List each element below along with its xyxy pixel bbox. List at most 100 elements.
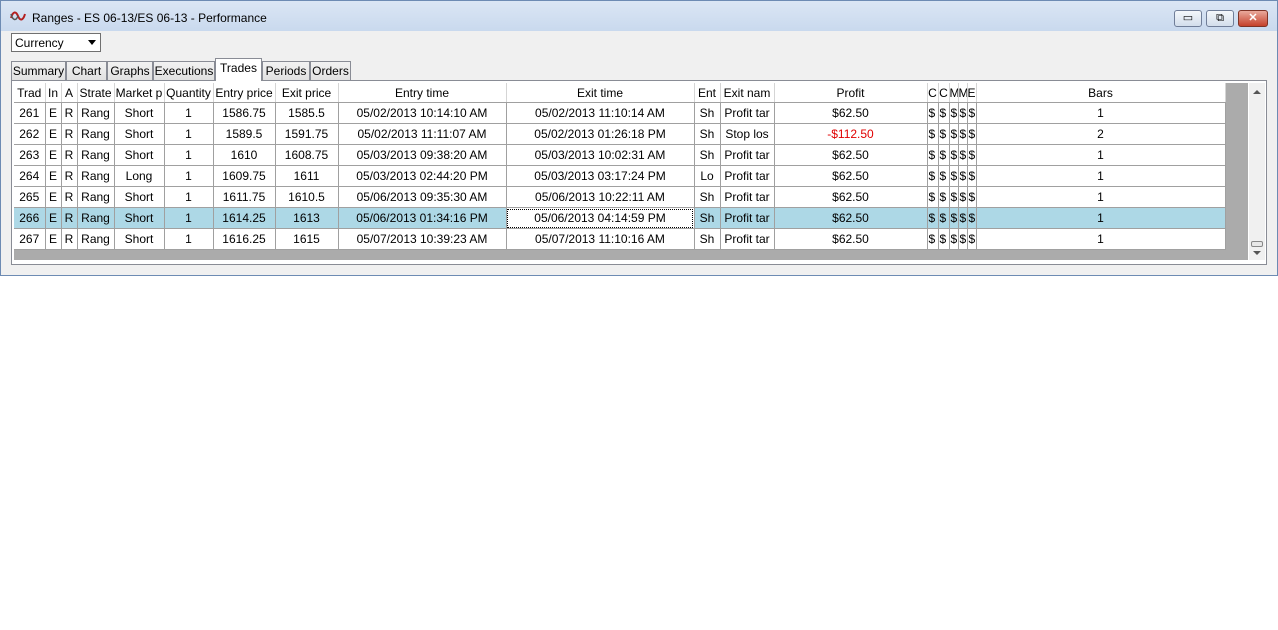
table-cell[interactable]: Rang <box>77 186 115 208</box>
table-cell[interactable]: $ <box>938 207 950 229</box>
table-cell[interactable]: Rang <box>77 165 115 187</box>
column-header[interactable]: Entry price <box>213 83 276 103</box>
table-cell[interactable]: 1614.25 <box>213 207 276 229</box>
table-cell[interactable]: 1589.5 <box>213 123 276 145</box>
table-cell[interactable]: 1613 <box>275 207 339 229</box>
table-cell[interactable]: 05/07/2013 11:10:16 AM <box>506 228 695 250</box>
table-cell[interactable]: 1585.5 <box>275 102 339 124</box>
table-cell[interactable]: Profit tar <box>720 144 775 166</box>
table-cell[interactable]: 264 <box>14 165 46 187</box>
table-cell[interactable]: E <box>45 144 62 166</box>
table-cell[interactable]: $ <box>958 186 968 208</box>
table-cell[interactable]: $ <box>958 144 968 166</box>
table-cell[interactable]: E <box>45 207 62 229</box>
table-cell[interactable]: Short <box>114 144 165 166</box>
table-cell[interactable]: -$112.50 <box>774 123 928 145</box>
table-cell[interactable]: $ <box>949 144 959 166</box>
table-cell[interactable]: Profit tar <box>720 165 775 187</box>
column-header[interactable]: Bars <box>976 83 1226 103</box>
tab-orders[interactable]: Orders <box>310 61 351 80</box>
column-header[interactable]: Exit price <box>275 83 339 103</box>
table-cell[interactable]: 1591.75 <box>275 123 339 145</box>
table-cell[interactable]: $ <box>958 228 968 250</box>
table-cell[interactable]: $ <box>927 186 939 208</box>
table-cell[interactable]: 1 <box>976 228 1226 250</box>
table-cell[interactable]: $ <box>958 123 968 145</box>
table-cell[interactable]: $ <box>927 165 939 187</box>
scroll-thumb[interactable] <box>1251 241 1263 247</box>
table-cell[interactable]: Short <box>114 228 165 250</box>
table-cell[interactable]: 05/06/2013 10:22:11 AM <box>506 186 695 208</box>
table-cell[interactable]: 1610.5 <box>275 186 339 208</box>
table-cell[interactable]: $ <box>927 207 939 229</box>
table-cell[interactable]: 1611 <box>275 165 339 187</box>
table-cell[interactable]: 261 <box>14 102 46 124</box>
title-bar[interactable]: Ranges - ES 06-13/ES 06-13 - Performance… <box>1 1 1277 31</box>
table-cell[interactable]: Sh <box>694 228 721 250</box>
table-cell[interactable]: E <box>45 228 62 250</box>
table-cell[interactable]: $ <box>967 186 977 208</box>
table-cell[interactable]: $ <box>958 165 968 187</box>
table-cell[interactable]: $ <box>967 165 977 187</box>
table-cell[interactable]: Short <box>114 102 165 124</box>
table-cell[interactable]: 05/06/2013 01:34:16 PM <box>338 207 507 229</box>
table-cell[interactable]: 05/06/2013 09:35:30 AM <box>338 186 507 208</box>
table-cell[interactable]: 05/03/2013 02:44:20 PM <box>338 165 507 187</box>
table-cell[interactable]: 1611.75 <box>213 186 276 208</box>
tab-executions[interactable]: Executions <box>153 61 215 80</box>
table-cell[interactable]: Sh <box>694 102 721 124</box>
table-cell[interactable]: 1 <box>976 102 1226 124</box>
table-cell[interactable]: 1 <box>164 228 214 250</box>
table-cell[interactable]: Profit tar <box>720 207 775 229</box>
table-row[interactable]: 262 E R Rang Short 1 1589.5 1591.75 05/02/2013 1… <box>14 123 1226 145</box>
table-cell[interactable]: 1 <box>164 207 214 229</box>
table-cell[interactable]: Sh <box>694 186 721 208</box>
table-cell[interactable]: 1 <box>976 207 1226 229</box>
table-cell[interactable]: 1586.75 <box>213 102 276 124</box>
table-cell[interactable]: 266 <box>14 207 46 229</box>
column-header[interactable]: Market p <box>114 83 165 103</box>
table-cell[interactable]: Profit tar <box>720 102 775 124</box>
table-cell[interactable]: 05/02/2013 11:11:07 AM <box>338 123 507 145</box>
table-cell[interactable]: $ <box>949 186 959 208</box>
table-cell[interactable]: Profit tar <box>720 186 775 208</box>
table-cell[interactable]: 2 <box>976 123 1226 145</box>
table-cell[interactable]: 263 <box>14 144 46 166</box>
table-cell[interactable]: $ <box>927 144 939 166</box>
column-header[interactable]: M <box>958 83 968 103</box>
column-header[interactable]: A <box>61 83 78 103</box>
table-cell[interactable]: $62.50 <box>774 144 928 166</box>
tab-chart[interactable]: Chart <box>66 61 107 80</box>
table-cell[interactable]: $ <box>949 165 959 187</box>
tab-periods[interactable]: Periods <box>262 61 310 80</box>
table-cell[interactable]: $ <box>967 102 977 124</box>
column-header[interactable]: E <box>967 83 977 103</box>
table-row[interactable]: 265 E R Rang Short 1 1611.75 1610.5 05/06/2013 0… <box>14 186 1226 208</box>
table-cell[interactable]: Short <box>114 186 165 208</box>
column-header[interactable]: Ent <box>694 83 721 103</box>
table-cell[interactable]: $ <box>967 228 977 250</box>
tab-summary[interactable]: Summary <box>11 61 66 80</box>
table-cell[interactable]: Rang <box>77 102 115 124</box>
table-cell[interactable]: 1615 <box>275 228 339 250</box>
table-cell[interactable]: 1 <box>164 165 214 187</box>
table-cell[interactable]: 05/03/2013 10:02:31 AM <box>506 144 695 166</box>
table-cell[interactable]: $ <box>938 165 950 187</box>
column-header[interactable]: Exit time <box>506 83 695 103</box>
table-cell[interactable]: 1 <box>976 144 1226 166</box>
table-cell[interactable]: R <box>61 144 78 166</box>
table-cell[interactable]: Long <box>114 165 165 187</box>
table-row[interactable]: 261 E R Rang Short 1 1586.75 1585.5 05/02/2013 1… <box>14 102 1226 124</box>
table-cell[interactable]: 05/02/2013 01:26:18 PM <box>506 123 695 145</box>
table-cell[interactable]: $ <box>949 228 959 250</box>
scroll-up-icon[interactable] <box>1253 90 1261 94</box>
table-cell[interactable]: Sh <box>694 123 721 145</box>
table-cell[interactable]: $ <box>927 228 939 250</box>
column-header[interactable]: Profit <box>774 83 928 103</box>
vertical-scrollbar[interactable] <box>1249 83 1265 260</box>
maximize-button[interactable]: ⧉ <box>1206 10 1234 27</box>
column-header[interactable]: Entry time <box>338 83 507 103</box>
table-cell[interactable]: 1609.75 <box>213 165 276 187</box>
table-cell[interactable]: $62.50 <box>774 102 928 124</box>
table-cell[interactable]: 1 <box>164 186 214 208</box>
